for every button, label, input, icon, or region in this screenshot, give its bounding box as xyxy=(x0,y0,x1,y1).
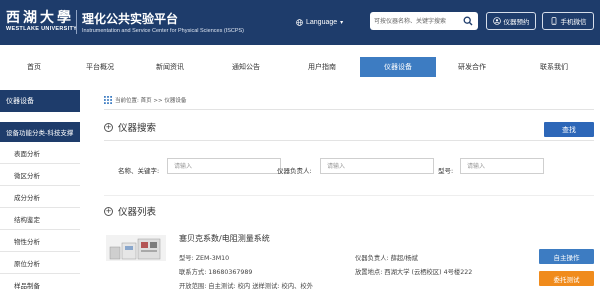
instrument-thumbnail[interactable] xyxy=(106,235,166,261)
booking-label: 仪器预约 xyxy=(503,18,530,26)
search-icon xyxy=(463,16,473,26)
query-button[interactable]: 查找 xyxy=(544,122,594,137)
list-section-title: + 仪器列表 xyxy=(104,204,156,218)
search-section-label: 仪器搜索 xyxy=(118,123,157,134)
owner-input[interactable] xyxy=(320,158,434,174)
instrument-open-scope: 开放范围: 自主测试: 校内 送样测试: 校内、校外 xyxy=(179,283,314,290)
phone-icon xyxy=(551,17,556,25)
entrusted-test-button[interactable]: 委托测试 xyxy=(539,271,594,286)
header-search-input[interactable] xyxy=(370,12,460,30)
header-search-box xyxy=(370,12,478,30)
model-input[interactable] xyxy=(460,158,544,174)
sidebar-item-property-analysis[interactable]: 物性分析 xyxy=(0,230,80,252)
instrument-title[interactable]: 塞贝克系数/电阻测量系统 xyxy=(179,233,270,244)
self-operation-button[interactable]: 自主操作 xyxy=(539,249,594,264)
grid-icon xyxy=(104,96,112,104)
nav-item-contact[interactable]: 联系我们 xyxy=(508,57,600,77)
sidebar-item-surface-analysis[interactable]: 表面分析 xyxy=(0,142,80,164)
language-selector[interactable]: Language ▾ xyxy=(296,16,343,28)
instrument-contact: 联系方式: 18680367989 xyxy=(179,269,253,276)
plus-circle-icon: + xyxy=(104,206,113,216)
globe-icon xyxy=(296,18,303,26)
breadcrumb-text: 当前位置: 首页 >> 仪器设备 xyxy=(115,98,187,104)
sidebar: 仪器设备 设备功能分类-科技支撑 表面分析 微区分析 成分分析 结构鉴定 物性分… xyxy=(0,90,80,290)
logo-english-text: WESTLAKE UNIVERSITY xyxy=(6,26,78,32)
site-header: 西湖大學 WESTLAKE UNIVERSITY 理化公共实验平台 Instru… xyxy=(0,0,600,45)
sidebar-item-structure-identification[interactable]: 结构鉴定 xyxy=(0,208,80,230)
sidebar-item-micro-analysis[interactable]: 微区分析 xyxy=(0,164,80,186)
nav-item-user-guide[interactable]: 用户指南 xyxy=(284,57,360,77)
nav-item-news[interactable]: 新闻资讯 xyxy=(132,57,208,77)
search-section-title: + 仪器搜索 xyxy=(104,120,156,134)
nav-item-instruments[interactable]: 仪器设备 xyxy=(360,57,436,77)
divider xyxy=(104,195,594,196)
keyword-input[interactable] xyxy=(167,158,281,174)
divider xyxy=(104,140,594,141)
chevron-down-icon: ▾ xyxy=(340,19,344,26)
model-label: 型号: xyxy=(438,167,454,175)
header-search-button[interactable] xyxy=(461,14,475,28)
sidebar-item-sample-preparation[interactable]: 样品制备 xyxy=(0,274,80,290)
plus-circle-icon: + xyxy=(104,122,113,132)
booking-button[interactable]: 仪器预约 xyxy=(486,12,536,30)
instrument-owner: 仪器负责人: 薛超/杨斌 xyxy=(355,255,418,262)
platform-title: 理化公共实验平台 xyxy=(82,12,179,26)
wechat-button[interactable]: 手机微信 xyxy=(542,12,594,30)
owner-label: 仪器负责人: xyxy=(277,167,312,175)
language-label: Language xyxy=(306,18,338,26)
sidebar-item-in-situ-analysis[interactable]: 原位分析 xyxy=(0,252,80,274)
wechat-label: 手机微信 xyxy=(560,18,587,26)
keyword-label: 名称、关键字: xyxy=(118,167,160,175)
logo-chinese-text: 西湖大學 xyxy=(6,10,74,26)
nav-item-overview[interactable]: 平台概况 xyxy=(68,57,132,77)
main-content: 当前位置: 首页 >> 仪器设备 + 仪器搜索 查找 名称、关键字: 仪器负责人… xyxy=(104,94,594,290)
nav-item-rd-cooperation[interactable]: 研发合作 xyxy=(436,57,508,77)
logo-divider xyxy=(76,10,77,34)
instrument-model: 型号: ZEM-3M10 xyxy=(179,255,230,262)
main-navigation: 首页 平台概况 新闻资讯 通知公告 用户指南 仪器设备 研发合作 联系我们 xyxy=(0,57,600,77)
sidebar-title: 仪器设备 xyxy=(0,90,80,112)
breadcrumb: 当前位置: 首页 >> 仪器设备 xyxy=(104,94,186,106)
user-icon xyxy=(492,17,501,25)
instrument-location: 放置地点: 西湖大学 (云栖校区) 4号楼222 xyxy=(355,269,473,276)
list-section-label: 仪器列表 xyxy=(118,207,157,218)
sidebar-category-header[interactable]: 设备功能分类-科技支撑 xyxy=(0,122,80,142)
university-logo[interactable]: 西湖大學 WESTLAKE UNIVERSITY xyxy=(6,7,77,37)
divider xyxy=(104,109,594,110)
sidebar-item-composition-analysis[interactable]: 成分分析 xyxy=(0,186,80,208)
nav-item-notices[interactable]: 通知公告 xyxy=(208,57,284,77)
platform-subtitle: Instrumentation and Service Center for P… xyxy=(82,28,245,34)
nav-item-home[interactable]: 首页 xyxy=(0,57,68,77)
